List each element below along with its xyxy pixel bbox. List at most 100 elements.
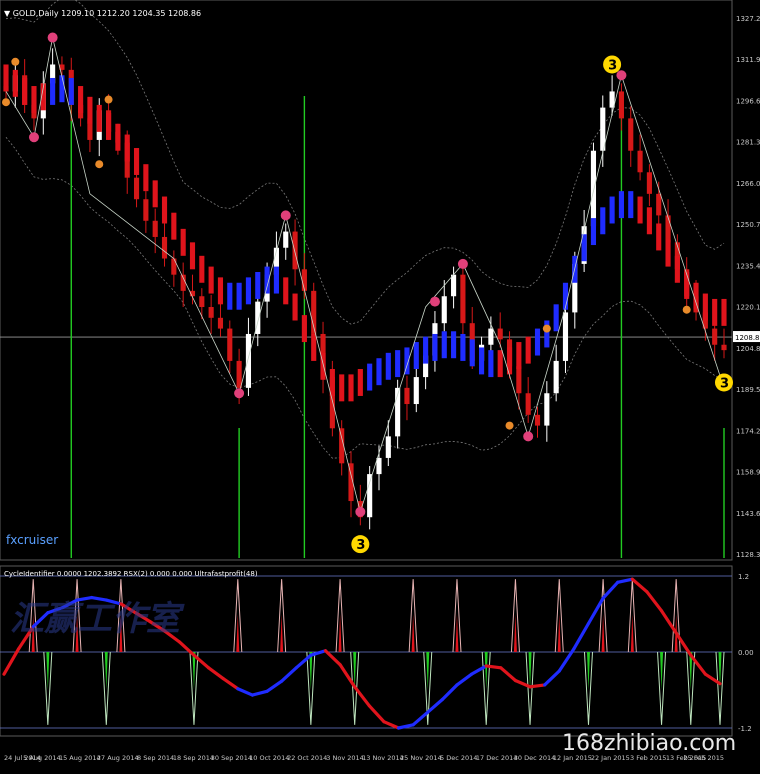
candle-body: [646, 172, 652, 194]
candle-body: [441, 296, 447, 324]
ultrafast-line-segment: [338, 663, 357, 689]
trend-bar: [12, 69, 18, 97]
swing-marker-pink: [355, 506, 366, 517]
trend-bar: [227, 282, 233, 310]
watermark-site: 168zhibiao.com: [562, 731, 736, 756]
ultrafast-line-segment: [689, 653, 707, 676]
trend-bar: [301, 315, 307, 343]
trend-bar: [544, 320, 550, 348]
candle-body: [227, 328, 233, 361]
cycle-spike-down-fill: [586, 652, 590, 690]
cycle-spike-down-fill: [426, 652, 430, 690]
cycle-spike-up-fill: [513, 614, 517, 652]
candle-body: [413, 377, 419, 405]
trend-bar: [534, 328, 541, 356]
trend-bar: [488, 350, 494, 378]
trend-bar: [31, 86, 37, 113]
ultrafast-line-segment: [367, 704, 386, 724]
cycle-spike-up-fill: [280, 614, 284, 652]
trend-bar: [171, 212, 177, 240]
ultrafast-line-segment: [382, 720, 401, 730]
ultrafast-line-segment: [601, 580, 620, 600]
cycle-spike-down-fill: [104, 652, 108, 690]
candle-body: [451, 274, 457, 297]
candle-body: [133, 177, 140, 200]
ultrafast-line-segment: [455, 672, 474, 687]
ultrafast-line-segment: [2, 647, 21, 676]
candle-body: [171, 258, 177, 275]
swing-marker-pink: [457, 258, 468, 269]
candle-body: [488, 328, 494, 345]
trend-bar: [50, 77, 56, 105]
indicator-y-tick-label: 0.00: [738, 649, 754, 657]
ultrafast-line-segment: [280, 666, 298, 683]
ultrafast-line-segment: [426, 697, 444, 714]
trend-bar: [423, 336, 429, 364]
trend-bar: [152, 180, 158, 208]
cycle-spike-down-fill: [46, 652, 50, 690]
cycle-spike-up-fill: [236, 614, 240, 652]
watermark-cn: 汇赢工作室: [10, 599, 185, 639]
y-tick-label: 1311.95: [736, 56, 760, 64]
candle-body: [553, 360, 559, 394]
x-tick-label: 25 Nov 2014: [400, 754, 442, 762]
trend-bar: [376, 358, 382, 386]
y-tick-label: 1143.65: [736, 510, 760, 518]
ultrafast-line-segment: [499, 666, 518, 683]
trend-bar: [497, 350, 503, 378]
y-tick-label: 1327.25: [736, 15, 760, 23]
trend-bar: [339, 374, 345, 402]
y-tick-label: 1174.25: [736, 427, 760, 435]
trend-bar: [283, 277, 289, 305]
cycle-spike-up-fill: [630, 614, 634, 652]
candle-body: [143, 199, 149, 221]
ultrafast-line-segment: [353, 685, 371, 708]
ultrafast-line-segment: [528, 683, 547, 689]
trend-bar: [469, 339, 475, 367]
candle-body: [292, 231, 298, 270]
trend-bar: [348, 374, 354, 402]
trend-bar: [96, 104, 102, 132]
trend-bar: [217, 277, 224, 305]
swing-marker-pink: [47, 32, 58, 43]
trend-bar: [189, 242, 196, 270]
trend-bar: [646, 207, 652, 235]
swing-marker-orange: [505, 421, 514, 430]
ultrafast-line-segment: [177, 640, 196, 657]
candle-body: [245, 333, 252, 388]
trend-bar: [273, 266, 279, 294]
trend-bar: [106, 112, 112, 140]
price-chart[interactable]: 3 3 3 1327.25 1311.95 1296.65 1281.35 1266.05 1…: [0, 0, 760, 770]
trend-bar: [236, 282, 242, 310]
y-tick-label: 1189.55: [736, 386, 760, 394]
trend-bar: [628, 191, 634, 219]
candle-body: [721, 344, 727, 351]
cycle-spike-up-fill: [601, 614, 605, 652]
trend-bar: [637, 196, 643, 224]
trend-bar: [702, 293, 708, 321]
ultrafast-line-segment: [572, 621, 591, 651]
trend-bar: [87, 96, 93, 124]
ultrafast-line-segment: [469, 664, 488, 676]
trend-bar: [600, 207, 606, 235]
trend-bar: [553, 304, 559, 332]
trend-bar: [329, 369, 335, 396]
candle-body: [665, 215, 671, 243]
ultrafast-line-segment: [645, 590, 664, 613]
candle-body: [385, 436, 391, 458]
y-tick-label: 1296.65: [736, 97, 760, 105]
cycle-spike-down-fill: [660, 652, 664, 690]
trend-bar: [115, 123, 121, 151]
ultrafast-line-segment: [206, 666, 225, 681]
trend-bar: [674, 255, 680, 283]
indicator-y-tick-label: -1.2: [738, 725, 752, 733]
candle-body: [217, 317, 224, 329]
y-tick-label: 1220.15: [736, 304, 760, 312]
x-tick-label: 27 Aug 2014: [97, 754, 139, 762]
ultrafast-line-segment: [192, 653, 211, 670]
candle-body: [628, 118, 634, 151]
y-tick-label: 1235.45: [736, 262, 760, 270]
candle-body: [199, 296, 205, 308]
y-tick-label: 1266.05: [736, 180, 760, 188]
trend-bar: [413, 342, 419, 370]
